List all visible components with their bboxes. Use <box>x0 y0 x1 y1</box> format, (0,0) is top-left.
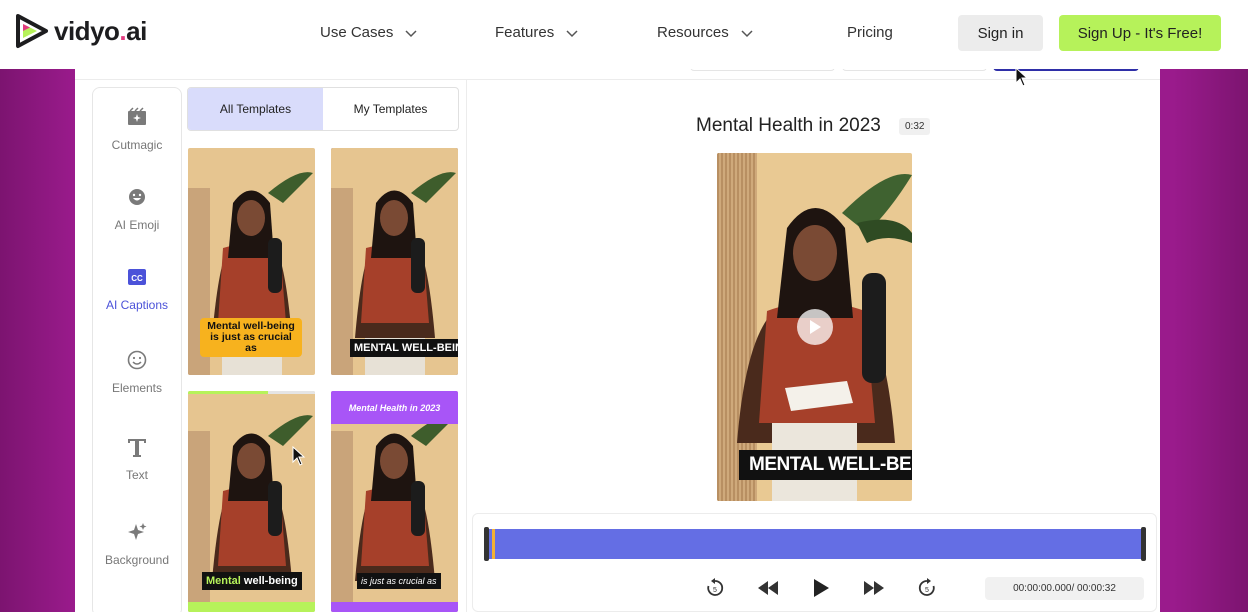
video-title: Mental Health in 2023 <box>696 115 881 136</box>
rewind-5s-button[interactable]: 5 <box>703 576 727 600</box>
mouse-cursor-icon <box>1015 67 1029 87</box>
brand-logo[interactable]: vidyo.ai <box>14 12 147 50</box>
logo-play-icon <box>16 14 48 48</box>
tool-sidebar: Cutmagic AI Emoji CC AI Captions Element… <box>92 87 182 612</box>
template-card-black[interactable]: MENTAL WELL-BEING <box>331 148 458 375</box>
template-caption: Mental well-being is just as crucial as <box>200 318 302 357</box>
chevron-down-icon <box>741 29 753 37</box>
svg-text:CC: CC <box>131 274 143 283</box>
timecode-display: 00:00:00.000/ 00:00:32 <box>985 577 1144 600</box>
template-caption: MENTAL WELL-BEING <box>350 339 458 357</box>
caption-highlight: Mental <box>206 575 241 587</box>
video-caption: MENTAL WELL-BEING <box>739 450 912 480</box>
play-overlay-icon[interactable] <box>797 309 833 345</box>
play-icon <box>814 579 829 597</box>
tool-label: Text <box>125 468 148 482</box>
trim-end-handle[interactable] <box>1141 527 1146 561</box>
tool-label: Elements <box>111 381 163 395</box>
emoji-icon <box>129 189 145 205</box>
skip-forward-button[interactable] <box>862 576 886 600</box>
tool-cutmagic[interactable]: Cutmagic <box>93 106 181 166</box>
nav-features-label: Features <box>495 24 555 41</box>
nav-pricing-label: Pricing <box>847 24 893 41</box>
template-accent-bar <box>188 602 315 612</box>
background-icon <box>128 523 147 540</box>
forward-5s-button[interactable]: 5 <box>915 576 939 600</box>
nav-features[interactable]: Features <box>495 24 578 41</box>
chevron-down-icon <box>405 29 417 37</box>
brand-name-part1: vidyo <box>54 15 120 46</box>
template-title: Mental Health in 2023 <box>331 391 458 424</box>
playback-controls: 5 5 <box>703 576 968 600</box>
tab-all-templates[interactable]: All Templates <box>188 88 323 130</box>
nav-resources-label: Resources <box>657 24 729 41</box>
template-card-yellow[interactable]: Mental well-being is just as crucial as <box>188 148 315 375</box>
video-player[interactable]: MENTAL WELL-BEING <box>717 153 912 501</box>
skip-back-icon <box>758 581 778 595</box>
nav-use-cases[interactable]: Use Cases <box>320 24 417 41</box>
tool-background[interactable]: Background <box>93 521 181 581</box>
chevron-down-icon <box>566 29 578 37</box>
template-tabs: All Templates My Templates <box>187 87 459 131</box>
skip-forward-icon <box>864 581 884 595</box>
tool-ai-emoji[interactable]: AI Emoji <box>93 186 181 246</box>
tool-elements[interactable]: Elements <box>93 349 181 409</box>
captions-icon: CC <box>128 269 146 285</box>
rewind-5-icon: 5 <box>707 578 724 596</box>
editor-panel: Cutmagic AI Emoji CC AI Captions Element… <box>75 65 1160 612</box>
mouse-cursor-icon <box>292 446 306 466</box>
template-progress-bar <box>188 391 315 394</box>
tool-label: AI Emoji <box>114 218 160 232</box>
brand-name-part2: ai <box>126 15 147 46</box>
timeline-panel: 5 5 00:00:00.000/ 00:00:32 <box>472 513 1157 612</box>
play-button[interactable] <box>809 576 833 600</box>
tool-label: Cutmagic <box>111 138 163 152</box>
template-caption: Mental well-being <box>202 572 302 590</box>
caption-rest: well-being <box>240 575 298 587</box>
sign-up-button[interactable]: Sign Up - It's Free! <box>1059 15 1221 51</box>
duration-badge: 0:32 <box>899 118 931 135</box>
preview-area: Mental Health in 2023 0:32 MENTAL WELL-B… <box>466 79 1160 612</box>
nav-use-cases-label: Use Cases <box>320 24 394 41</box>
text-icon <box>128 439 146 457</box>
tool-label: Background <box>104 553 170 567</box>
template-card-purple[interactable]: Mental Health in 2023 is just as crucial… <box>331 391 458 612</box>
svg-text:5: 5 <box>925 587 929 594</box>
template-progress-fill <box>188 391 268 394</box>
tab-my-templates[interactable]: My Templates <box>323 88 458 130</box>
tool-ai-captions[interactable]: CC AI Captions <box>93 266 181 326</box>
cutmagic-icon <box>128 107 146 125</box>
tool-text[interactable]: Text <box>93 436 181 496</box>
trim-start-handle[interactable] <box>484 527 489 561</box>
top-navigation: vidyo.ai Use Cases Features Resources Pr… <box>0 0 1248 69</box>
playhead[interactable] <box>492 529 495 559</box>
tool-label: AI Captions <box>105 298 169 312</box>
sign-in-button[interactable]: Sign in <box>958 15 1043 51</box>
template-card-green[interactable]: Mental well-being <box>188 391 315 612</box>
template-caption: is just as crucial as <box>357 573 441 589</box>
nav-resources[interactable]: Resources <box>657 24 753 41</box>
nav-pricing[interactable]: Pricing <box>847 24 893 41</box>
timeline-track[interactable] <box>484 527 1146 561</box>
template-accent-bar <box>331 602 458 612</box>
forward-5-icon: 5 <box>918 578 935 596</box>
svg-text:5: 5 <box>713 587 717 594</box>
skip-back-button[interactable] <box>756 576 780 600</box>
elements-icon <box>127 350 147 370</box>
